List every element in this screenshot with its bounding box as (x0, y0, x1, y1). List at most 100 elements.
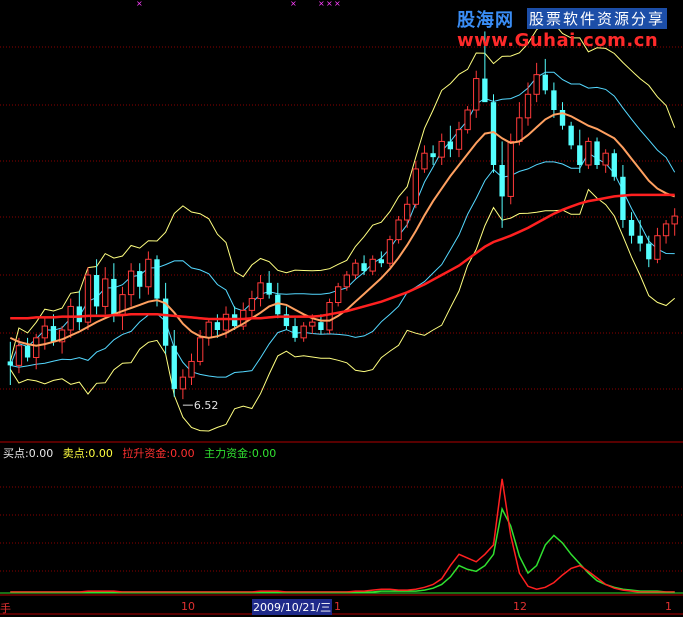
candle (568, 121, 574, 150)
stock-chart: × × × × × 6.52 (0, 0, 683, 615)
candle-body (300, 325, 307, 339)
candle-body (447, 141, 454, 150)
candle (154, 255, 160, 307)
candle (404, 196, 411, 228)
candle-body (179, 376, 187, 390)
candle-body (482, 78, 488, 103)
candle (102, 267, 109, 315)
candle (602, 149, 609, 173)
candle (542, 58, 548, 95)
panel-frame: × × × × × (0, 0, 683, 615)
candle (335, 282, 342, 307)
candle (438, 133, 445, 165)
candle-body (551, 90, 557, 110)
candle-body (594, 141, 600, 165)
candle-body (7, 361, 13, 366)
signal-marker: × (326, 0, 333, 8)
candle (455, 121, 463, 158)
candle (205, 318, 212, 346)
candle-body (33, 337, 40, 359)
signal-marker: × (290, 0, 297, 8)
candle (171, 330, 177, 397)
candle (7, 341, 13, 385)
candle-body (404, 203, 411, 221)
candle (188, 353, 195, 385)
candle-body (620, 176, 626, 220)
candle-body (369, 258, 376, 272)
x-axis-tick-11: 1 (334, 600, 341, 613)
candle-body (533, 74, 540, 95)
legend-buy-point: 买点:0.00 (3, 447, 54, 460)
candle (24, 337, 31, 362)
legend-pull-funds: 拉升资金:0.00 (122, 447, 195, 460)
candle (292, 318, 298, 342)
candle (378, 251, 385, 268)
candle (326, 298, 333, 334)
candle-body (464, 109, 471, 131)
watermark-slogan: 股票软件资源分享 (527, 8, 668, 29)
candle (637, 220, 643, 252)
candlestick-series (7, 31, 678, 400)
candle-body (41, 325, 49, 339)
candle (93, 259, 100, 315)
candle (361, 255, 367, 275)
candle (76, 290, 83, 330)
cursor-date-label: 2009/10/21/三 (252, 599, 333, 615)
candle-body (292, 326, 298, 338)
candle-body (395, 219, 402, 241)
candle-body (507, 140, 514, 197)
candle (395, 216, 402, 244)
candle (671, 208, 678, 236)
candle-body (430, 153, 436, 158)
x-axis-right-marker: 1 (665, 600, 672, 613)
signal-marker: × (318, 0, 325, 8)
candle-body (67, 305, 74, 331)
candle (162, 282, 169, 354)
candle (577, 129, 583, 173)
candle (507, 133, 514, 205)
candle-body (421, 152, 428, 170)
candle-body (654, 235, 661, 260)
pull-funds-line (10, 478, 675, 593)
grid-lines (0, 46, 683, 572)
candle-body (378, 259, 385, 264)
candle-body (188, 360, 195, 378)
candle-body (76, 306, 83, 323)
candle-body (438, 140, 445, 158)
candle (352, 259, 359, 279)
x-axis-tick-10: 10 (181, 600, 195, 613)
bollinger-bands (9, 22, 676, 432)
candle-body (646, 243, 652, 260)
watermark-logo: 股海网 股票软件资源分享 www.Guhai.com.cn (457, 6, 679, 54)
x-axis-tick-12: 12 (513, 600, 527, 613)
candle-body (127, 270, 135, 296)
candle (430, 145, 436, 165)
watermark-url: www.Guhai.com.cn (457, 30, 659, 51)
ma-long-line (10, 193, 675, 321)
candle (412, 161, 420, 209)
low-annotation: 6.52 (182, 399, 218, 412)
candle-body (266, 282, 272, 295)
x-axis-left-marker: 手 (0, 602, 11, 615)
candle-body (662, 223, 670, 237)
candle-body (628, 220, 635, 236)
candle (551, 82, 557, 118)
signal-marker: × (334, 0, 341, 8)
candle (283, 306, 290, 330)
watermark-brand: 股海网 (457, 10, 514, 31)
candle-body (542, 74, 548, 91)
candle-body (196, 337, 204, 362)
candle-body (145, 258, 152, 288)
candle-body (516, 117, 523, 142)
candle (585, 137, 592, 169)
legend-sell-point: 卖点:0.00 (62, 447, 113, 460)
candle-body (524, 93, 532, 119)
candle (473, 70, 480, 118)
candle (499, 141, 505, 228)
candle (369, 255, 376, 275)
candle-body (205, 321, 212, 339)
band-upper-inner (9, 71, 676, 366)
band-lower-inner (10, 152, 675, 378)
candle-body (361, 263, 367, 272)
candle-body (257, 282, 264, 300)
